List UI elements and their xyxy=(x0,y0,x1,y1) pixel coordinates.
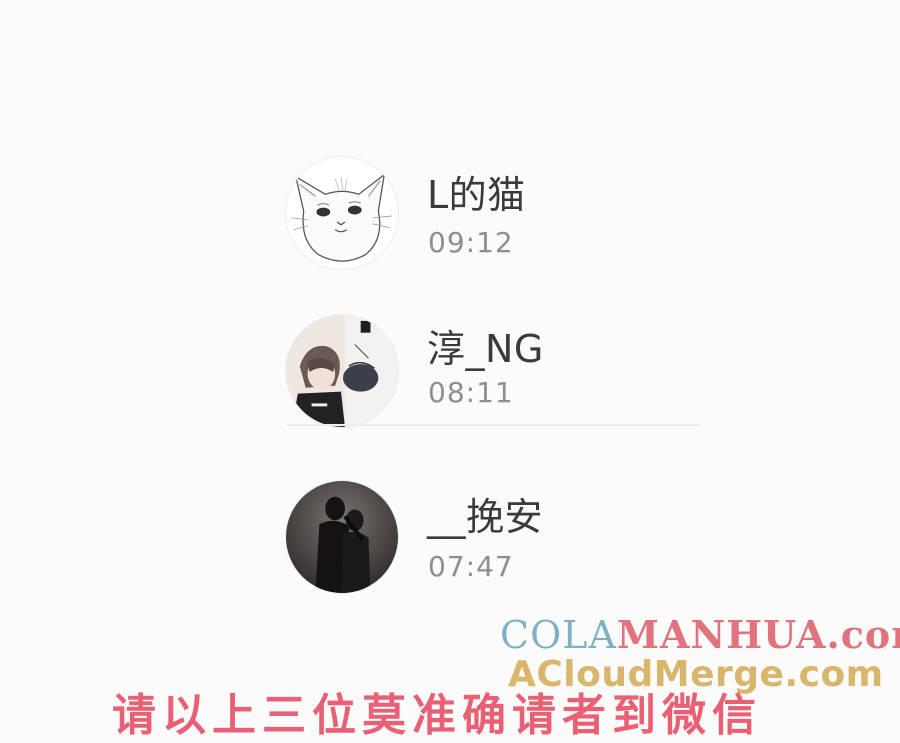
contact-name: __挽安 xyxy=(427,495,544,539)
silhouette-couple-avatar[interactable] xyxy=(285,480,399,594)
list-divider xyxy=(287,424,701,426)
watermark-part-a: COLA xyxy=(500,613,617,657)
contact-item[interactable]: __挽安 07:47 xyxy=(285,480,705,610)
anime-couple-avatar[interactable] xyxy=(285,314,399,428)
watermark-part-b: MANHUA.com xyxy=(616,612,900,657)
contact-name: 淳_NG xyxy=(427,327,544,371)
bottom-caption: 请以上三位莫准确请者到微信 xyxy=(112,690,762,741)
contact-time: 08:11 xyxy=(428,376,514,409)
contact-item[interactable]: 淳_NG 08:11 xyxy=(285,312,705,442)
contact-name: L的猫 xyxy=(427,173,526,217)
watermark-colamanhua: COLAMANHUA.com xyxy=(500,612,900,657)
cat-avatar[interactable] xyxy=(285,156,399,270)
contact-time: 09:12 xyxy=(428,226,514,259)
contact-time: 07:47 xyxy=(428,550,514,583)
contact-item[interactable]: L的猫 09:12 xyxy=(285,156,705,286)
